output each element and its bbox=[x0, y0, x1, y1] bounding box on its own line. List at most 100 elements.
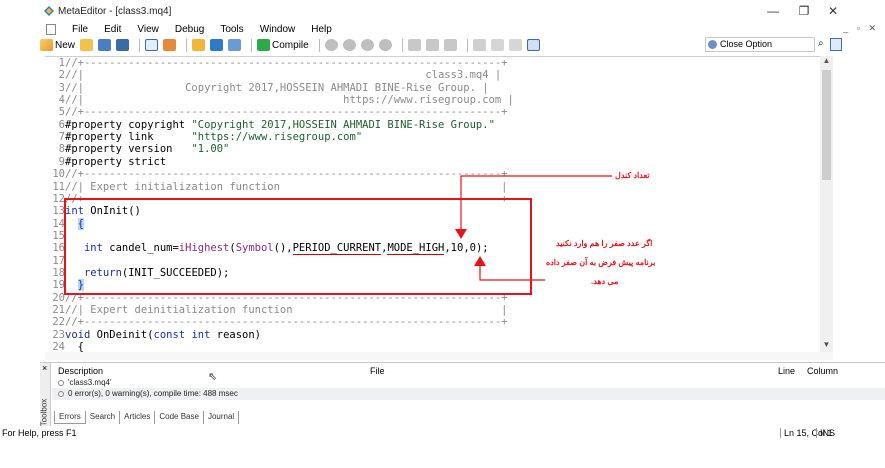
code-line[interactable]: 15 bbox=[45, 230, 65, 242]
code-line[interactable]: 9#property strict bbox=[45, 155, 167, 168]
toolbar-separator bbox=[251, 38, 253, 52]
horizontal-scrollbar[interactable] bbox=[45, 352, 833, 360]
copy-button[interactable] bbox=[490, 38, 504, 52]
search-icon[interactable]: ⌕ bbox=[818, 38, 824, 49]
step-into-icon bbox=[407, 39, 421, 51]
navigator-button[interactable] bbox=[145, 38, 159, 52]
code-line[interactable]: 8#property version "1.00" bbox=[45, 143, 230, 155]
status-insert-mode: INS bbox=[816, 428, 835, 438]
check-syntax-button[interactable] bbox=[210, 38, 224, 52]
code-line[interactable]: 4//| https://www.risegroup.com | bbox=[45, 94, 514, 106]
line-number: 2 bbox=[58, 69, 65, 82]
search-options-icon[interactable] bbox=[830, 38, 842, 51]
code-line[interactable]: 11//| Expert initialization function | bbox=[45, 181, 507, 193]
menu-window[interactable]: Window bbox=[252, 24, 304, 35]
scrollbar-thumb[interactable] bbox=[822, 70, 831, 180]
line-number: 23 bbox=[52, 328, 65, 341]
step-out-button[interactable] bbox=[443, 38, 457, 52]
styler-button[interactable] bbox=[163, 38, 177, 52]
scroll-down-icon[interactable]: ▼ bbox=[820, 340, 833, 349]
message-row[interactable]: 0 error(s), 0 warning(s), compile time: … bbox=[58, 389, 238, 398]
stop-icon bbox=[378, 39, 392, 51]
save-button[interactable] bbox=[98, 38, 112, 52]
resource-icon bbox=[192, 39, 206, 51]
menu-edit[interactable]: Edit bbox=[96, 24, 129, 35]
vertical-scrollbar[interactable]: ▲ ▼ bbox=[820, 56, 833, 352]
tab-code-base[interactable]: Code Base bbox=[155, 411, 204, 424]
menu-tools[interactable]: Tools bbox=[212, 24, 251, 35]
metaeditor-app-icon bbox=[44, 6, 54, 16]
mdi-window-controls[interactable]: _ ▫ ✕ bbox=[843, 23, 879, 34]
syntax-check-icon bbox=[210, 39, 224, 51]
search-input[interactable]: Close Option bbox=[705, 37, 815, 52]
search-input-value: Close Option bbox=[720, 39, 773, 49]
code-line[interactable]: 6#property copyright "Copyright 2017,HOS… bbox=[45, 119, 495, 131]
column-line[interactable]: Line bbox=[778, 366, 795, 376]
tab-errors[interactable]: Errors bbox=[54, 411, 86, 424]
line-number: 9 bbox=[58, 155, 65, 168]
code-line[interactable]: 5//+------------------------------------… bbox=[45, 106, 508, 118]
line-number: 20 bbox=[52, 291, 65, 304]
step-into-button[interactable] bbox=[407, 38, 421, 52]
new-button[interactable]: New bbox=[40, 38, 75, 52]
message-compile-result: 0 error(s), 0 warning(s), compile time: … bbox=[68, 389, 238, 398]
insert-resource-button[interactable] bbox=[192, 38, 206, 52]
column-file[interactable]: File bbox=[370, 366, 385, 376]
line-number: 21 bbox=[52, 304, 65, 316]
gear-icon bbox=[708, 40, 717, 49]
close-toolbox-icon[interactable]: × bbox=[42, 363, 47, 373]
debug-start-icon bbox=[324, 39, 338, 51]
line-number: 19 bbox=[52, 279, 65, 292]
save-icon bbox=[98, 39, 112, 51]
toolbar-separator bbox=[186, 38, 188, 52]
paste-button[interactable] bbox=[508, 38, 522, 52]
code-line[interactable]: 1//+------------------------------------… bbox=[45, 57, 508, 69]
code-line[interactable]: 21//| Expert deinitialization function | bbox=[45, 304, 507, 316]
tab-journal[interactable]: Journal bbox=[204, 411, 240, 424]
pause-button[interactable] bbox=[360, 38, 374, 52]
maximize-button[interactable]: ❐ bbox=[789, 2, 819, 20]
code-line[interactable]: 10//+-----------------------------------… bbox=[45, 168, 507, 180]
line-number: 3 bbox=[58, 81, 65, 94]
column-description[interactable]: Description bbox=[58, 366, 103, 376]
code-line[interactable]: 3//| Copyright 2017,HOSSEIN AHMADI BINE-… bbox=[45, 82, 489, 94]
menu-file[interactable]: File bbox=[64, 24, 96, 35]
toolbox-panel: × Toolbox Description File Line Column '… bbox=[39, 362, 885, 436]
scroll-up-icon[interactable]: ▲ bbox=[820, 56, 833, 65]
message-row[interactable]: 'class3.mq4' bbox=[58, 378, 112, 387]
toolbar-separator bbox=[318, 38, 320, 52]
stop-button[interactable] bbox=[378, 38, 392, 52]
column-column[interactable]: Column bbox=[807, 366, 838, 376]
menu-view[interactable]: View bbox=[129, 24, 167, 35]
tab-articles[interactable]: Articles bbox=[120, 411, 156, 424]
run-button[interactable] bbox=[342, 38, 356, 52]
step-over-button[interactable] bbox=[425, 38, 439, 52]
save-all-button[interactable] bbox=[116, 38, 130, 52]
message-file: 'class3.mq4' bbox=[68, 378, 112, 387]
line-number: 4 bbox=[58, 94, 65, 107]
minimize-button[interactable]: — bbox=[758, 2, 788, 20]
tab-search[interactable]: Search bbox=[86, 411, 121, 424]
check-button[interactable] bbox=[228, 38, 242, 52]
compile-button[interactable]: Compile bbox=[257, 38, 309, 52]
toolbox-side-bar: × Toolbox bbox=[39, 363, 51, 427]
line-number: 12 bbox=[52, 192, 65, 205]
terminal-button[interactable] bbox=[526, 38, 540, 52]
open-button[interactable] bbox=[80, 38, 94, 52]
annotation-candle-count: تعداد کندل bbox=[615, 171, 650, 180]
breakpoint-button[interactable] bbox=[472, 38, 486, 52]
code-line[interactable]: 2//| class3.mq4 | bbox=[45, 69, 502, 82]
code-line[interactable]: 17 bbox=[45, 255, 65, 267]
info-icon bbox=[58, 390, 64, 397]
document-icon[interactable] bbox=[46, 23, 56, 35]
close-button[interactable]: ✕ bbox=[818, 2, 848, 20]
menu-help[interactable]: Help bbox=[303, 24, 340, 35]
code-line[interactable]: 23void OnDeinit(const int reason) bbox=[45, 329, 261, 341]
code-line[interactable]: 7#property link "https://www.risegroup.c… bbox=[45, 131, 362, 143]
styler-icon bbox=[163, 39, 177, 51]
menu-debug[interactable]: Debug bbox=[167, 24, 212, 35]
code-line[interactable]: 22//+-----------------------------------… bbox=[45, 316, 507, 328]
toolbar-separator bbox=[139, 38, 141, 52]
start-debug-button[interactable] bbox=[324, 38, 338, 52]
line-number: 7 bbox=[58, 131, 65, 144]
